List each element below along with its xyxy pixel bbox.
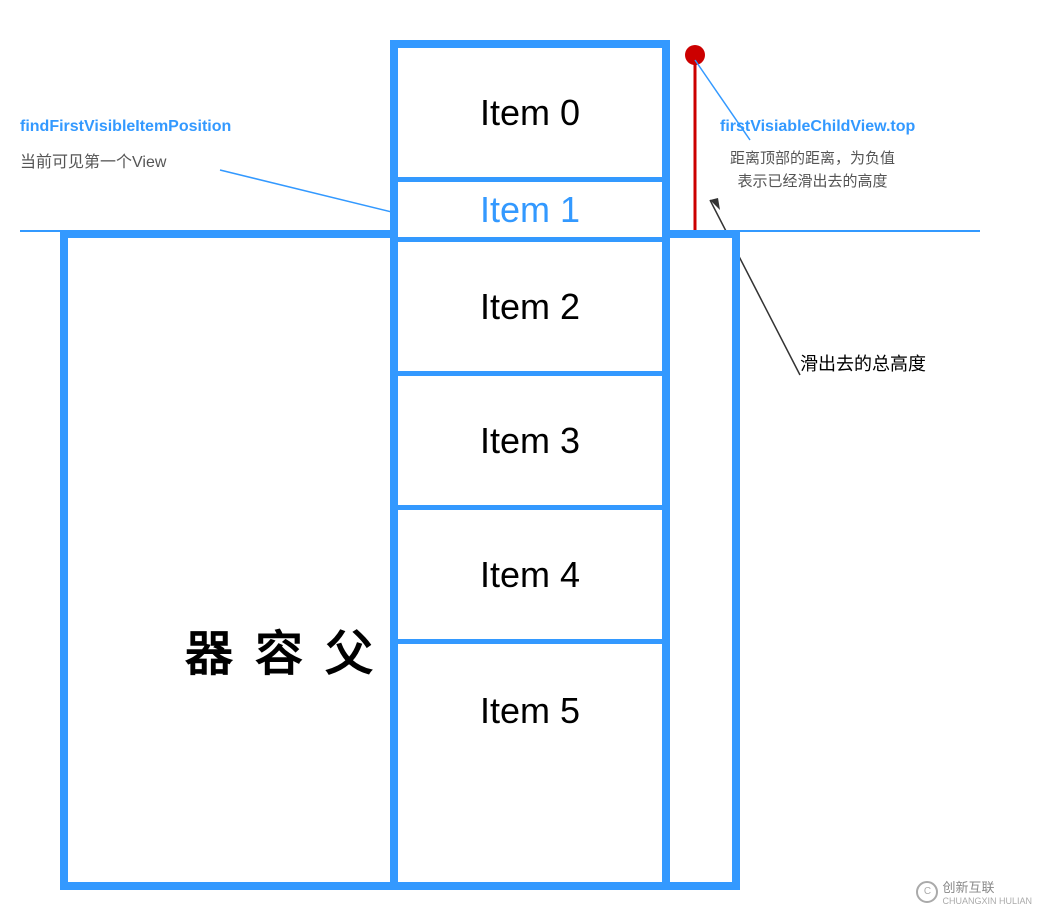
- parent-container-label: 父容器: [168, 628, 378, 686]
- list-item-4: Item 4: [398, 510, 662, 644]
- first-visible-child-top-label: firstVisiableChildView.top: [720, 118, 915, 136]
- total-height-label: 滑出去的总高度: [800, 350, 926, 376]
- logo-text: 创新互联 CHUANGXIN HULIAN: [942, 877, 1032, 906]
- list-item-0: Item 0: [398, 48, 662, 182]
- logo: C 创新互联 CHUANGXIN HULIAN: [916, 877, 1032, 906]
- list-item-1: Item 1: [398, 182, 662, 242]
- list-item-5: Item 5: [398, 644, 662, 778]
- list-item-2: Item 2: [398, 242, 662, 376]
- current-first-view-label: 当前可见第一个View: [20, 148, 166, 172]
- distance-desc-label: 距离顶部的距离，为负值 表示已经滑出去的高度: [730, 148, 895, 193]
- find-first-visible-label: findFirstVisibleItemPosition: [20, 118, 231, 136]
- list-container: Item 0 Item 1 Item 2 Item 3 Item 4 Item …: [390, 40, 670, 890]
- logo-icon: C: [916, 881, 938, 903]
- list-item-3: Item 3: [398, 376, 662, 510]
